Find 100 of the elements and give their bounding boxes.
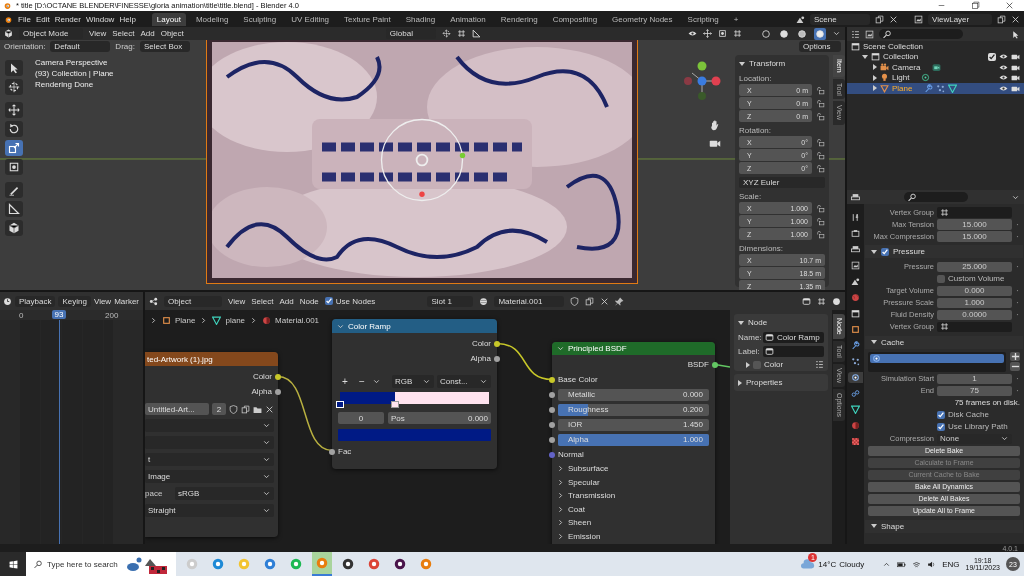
- compression-dropdown[interactable]: None: [937, 433, 1012, 444]
- outliner-row[interactable]: Camera: [847, 62, 1024, 73]
- workspace-tab[interactable]: Animation: [445, 12, 491, 26]
- menu-item[interactable]: View: [228, 296, 246, 306]
- outliner-row[interactable]: Plane: [847, 83, 1024, 94]
- name-field[interactable]: Color Ramp: [763, 332, 824, 343]
- number-field[interactable]: 1: [937, 373, 1012, 384]
- value-slider[interactable]: Alpha 1.000: [558, 433, 709, 446]
- number-field[interactable]: 15.000: [937, 219, 1012, 230]
- collapsed-panel[interactable]: Coat: [552, 502, 715, 516]
- workspace-tab[interactable]: Sculpting: [238, 12, 282, 26]
- breadcrumb-item[interactable]: plane: [225, 316, 246, 325]
- user-count[interactable]: 2: [212, 403, 226, 415]
- menu-item[interactable]: Add: [279, 296, 294, 306]
- position-field[interactable]: Pos 0.000: [388, 412, 491, 424]
- breadcrumb-item[interactable]: Plane: [175, 316, 196, 325]
- number-field[interactable]: 0.0000: [937, 309, 1012, 320]
- interpolation-dropdown[interactable]: Const...: [437, 374, 491, 388]
- panel-title: Transform: [749, 59, 786, 68]
- collapsed-panel[interactable]: Transmission: [552, 489, 715, 503]
- rotation-mode-dropdown[interactable]: XYZ Euler: [739, 177, 825, 188]
- workspace-tab[interactable]: Rendering: [495, 12, 543, 26]
- slot-dropdown[interactable]: Slot 1: [427, 295, 474, 307]
- number-field[interactable]: 25.000: [937, 261, 1012, 272]
- socket-label: Alpha: [251, 387, 272, 396]
- node-title: Principled BSDF: [568, 344, 627, 353]
- outliner-row[interactable]: Scene Collection: [847, 41, 1024, 52]
- stop-index-field[interactable]: 0: [338, 412, 384, 424]
- number-field[interactable]: 75: [937, 385, 1012, 396]
- workspace-tab[interactable]: Modeling: [190, 12, 234, 26]
- object-type-dropdown[interactable]: Object: [164, 295, 222, 307]
- image-name-field[interactable]: Untitled-Art...: [145, 403, 209, 415]
- view-layer-field[interactable]: ViewLayer: [928, 13, 992, 25]
- value-slider[interactable]: Roughness 0.200: [558, 403, 709, 416]
- remove-stop-button[interactable]: −: [355, 375, 369, 387]
- menu-item[interactable]: Node: [299, 296, 319, 306]
- drag-dropdown[interactable]: Select Box: [139, 41, 190, 52]
- workspace-tab[interactable]: +: [728, 12, 744, 26]
- checkbox-label[interactable]: Use Nodes: [335, 296, 376, 306]
- panel-title: Node: [748, 318, 768, 327]
- workspace-tab[interactable]: Texture Paint: [339, 12, 396, 26]
- checkbox-label[interactable]: Custom Volume: [948, 274, 1005, 284]
- outliner-item-label: Collection: [883, 52, 919, 62]
- menu-item[interactable]: Render: [54, 14, 81, 24]
- image-texture-node[interactable]: ted-Artwork (1).jpg Color Alpha Untitled-Art... 2 t Image pace sRGB Straight: [145, 352, 278, 537]
- node-dropdown[interactable]: t: [145, 453, 274, 466]
- outliner-row[interactable]: Collection: [847, 51, 1024, 62]
- menu-item[interactable]: Marker: [114, 296, 140, 306]
- number-field[interactable]: 15.000: [937, 231, 1012, 242]
- add-stop-button[interactable]: +: [338, 375, 352, 387]
- viewport-info-text: Rendering Done: [35, 80, 95, 89]
- checkbox-label[interactable]: Disk Cache: [948, 410, 989, 420]
- menu-item[interactable]: Select: [112, 29, 135, 38]
- collapsed-panel[interactable]: Subsurface: [552, 462, 715, 476]
- menu-item[interactable]: Help: [119, 14, 136, 24]
- node-dropdown[interactable]: sRGB: [175, 487, 274, 500]
- menu-item[interactable]: View: [93, 296, 112, 306]
- language-indicator[interactable]: ENG: [942, 559, 960, 569]
- workspace-tab[interactable]: Scripting: [682, 12, 724, 26]
- node-dropdown[interactable]: Straight: [145, 504, 274, 517]
- collapsed-panel[interactable]: Sheen: [552, 516, 715, 530]
- mode-dropdown[interactable]: Object Mode: [19, 28, 83, 39]
- menu-item[interactable]: Select: [251, 296, 274, 306]
- checkbox-label[interactable]: Use Library Path: [948, 422, 1008, 432]
- workspace-tab[interactable]: Compositing: [547, 12, 603, 26]
- workspace-tab[interactable]: UV Editing: [286, 12, 335, 26]
- number-field[interactable]: Metallic 0.000: [558, 388, 709, 401]
- collapsed-panel[interactable]: Emission: [552, 529, 715, 543]
- menu-item[interactable]: Edit: [35, 14, 50, 24]
- menu-item[interactable]: View: [89, 29, 107, 38]
- panel-title[interactable]: Cache: [881, 337, 905, 347]
- color-ramp-node[interactable]: Color Ramp Color Alpha + − RGB Const... 0 Pos 0.000 Fac: [332, 319, 497, 469]
- orientation-dropdown[interactable]: Default: [50, 41, 111, 52]
- breadcrumb-item[interactable]: Material.001: [275, 316, 320, 325]
- node-dropdown[interactable]: Image: [145, 470, 274, 483]
- collapsed-panel[interactable]: Specular: [552, 475, 715, 489]
- orientation-dropdown[interactable]: Global: [385, 28, 436, 39]
- number-field[interactable]: 1.000: [937, 297, 1012, 308]
- principled-bsdf-node[interactable]: Principled BSDF BSDF Base Color Metallic 0.000 Roughness 0.200 IOR 1.450 Alpha 1.000 Normal Subsurface Specular Transmission Coat Sheen Emission: [552, 342, 715, 544]
- options-button[interactable]: Options: [799, 41, 841, 52]
- material-field[interactable]: Material.001: [494, 295, 565, 307]
- menu-dropdown[interactable]: Playback: [15, 295, 56, 307]
- current-frame-indicator[interactable]: 93: [52, 310, 66, 319]
- number-field[interactable]: IOR 1.450: [558, 418, 709, 431]
- menu-item[interactable]: Object: [160, 29, 184, 38]
- workspace-tab[interactable]: Layout: [151, 12, 186, 26]
- number-field[interactable]: 0.000: [937, 285, 1012, 296]
- panel-title[interactable]: Shape: [881, 521, 905, 531]
- menu-item[interactable]: File: [18, 14, 31, 24]
- socket-label: Base Color: [558, 375, 598, 384]
- color-mode-dropdown[interactable]: RGB: [392, 374, 434, 388]
- socket-label: BSDF: [687, 360, 709, 369]
- panel-title[interactable]: Pressure: [893, 247, 925, 256]
- menu-item[interactable]: Window: [85, 14, 115, 24]
- workspace-tab[interactable]: Geometry Nodes: [607, 12, 678, 26]
- subpanel-title[interactable]: Color: [764, 360, 784, 369]
- menu-item[interactable]: Add: [140, 29, 155, 38]
- scene-field[interactable]: Scene: [810, 13, 870, 25]
- menu-dropdown[interactable]: Keying: [58, 295, 91, 307]
- workspace-tab[interactable]: Shading: [400, 12, 441, 26]
